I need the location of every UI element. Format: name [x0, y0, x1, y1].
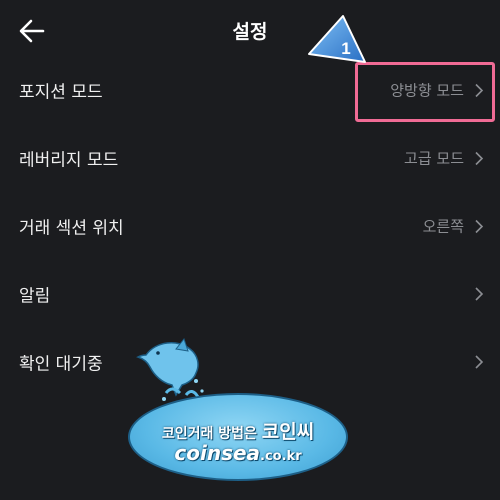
watermark: 코인거래 방법은 코인씨 coinsea.co.kr [128, 335, 348, 485]
top-bar: 설정 [0, 0, 500, 62]
row-value: 고급 모드 [404, 149, 464, 168]
chevron-right-icon [475, 287, 484, 301]
settings-row-trade-section-position[interactable]: 거래 섹션 위치 오른쪽 [0, 192, 500, 260]
watermark-domain: coinsea.co.kr [174, 441, 302, 465]
row-label: 알림 [19, 286, 51, 307]
chevron-right-icon [475, 151, 484, 165]
settings-row-notifications[interactable]: 알림 [0, 260, 500, 328]
step-number: 1 [341, 39, 350, 58]
row-label: 레버리지 모드 [19, 150, 119, 171]
watermark-tagline: 코인거래 방법은 코인씨 [161, 421, 315, 443]
chevron-right-icon [475, 355, 484, 369]
row-label: 확인 대기중 [19, 354, 103, 375]
settings-row-leverage-mode[interactable]: 레버리지 모드 고급 모드 [0, 124, 500, 192]
row-value: 오른쪽 [422, 217, 464, 236]
step-pointer-icon: 1 [308, 15, 366, 63]
row-label: 거래 섹션 위치 [19, 218, 124, 239]
chevron-right-icon [475, 219, 484, 233]
watermark-brand: 코인씨 [261, 421, 315, 443]
highlight-box [355, 62, 495, 122]
row-label: 포지션 모드 [19, 82, 103, 103]
page-title: 설정 [232, 21, 268, 43]
